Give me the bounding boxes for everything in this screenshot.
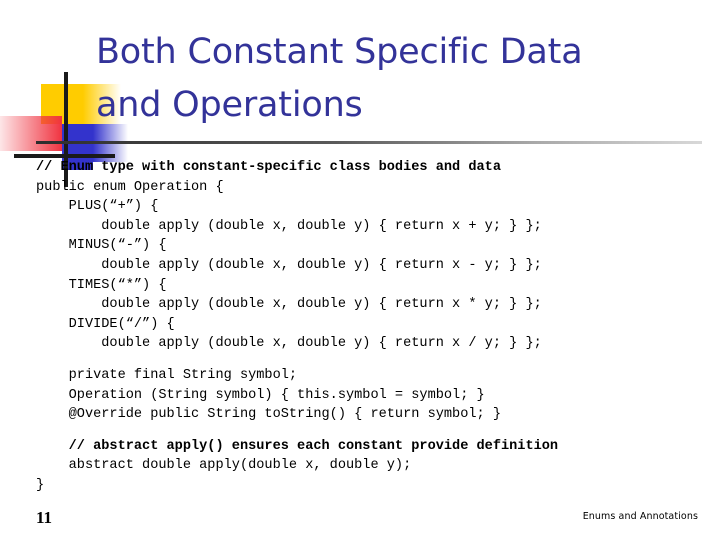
slide-title: Both Constant Specific Data and Operatio… bbox=[96, 32, 583, 125]
code-line: TIMES(“*”) { bbox=[36, 277, 167, 293]
code-line: } bbox=[36, 477, 45, 493]
code-line: PLUS(“+”) { bbox=[36, 199, 159, 215]
code-line: double apply (double x, double y) { retu… bbox=[36, 297, 542, 313]
code-line: @Override public String toString() { ret… bbox=[36, 407, 501, 423]
code-line: double apply (double x, double y) { retu… bbox=[36, 336, 542, 352]
code-line: private final String symbol; bbox=[36, 367, 298, 383]
code-line: abstract double apply(double x, double y… bbox=[36, 458, 412, 474]
code-block: // Enum type with constant-specific clas… bbox=[36, 158, 708, 496]
title-divider bbox=[36, 141, 702, 144]
code-comment-line: // abstract apply() ensures each constan… bbox=[36, 438, 559, 454]
code-line: DIVIDE(“/”) { bbox=[36, 316, 175, 332]
red-square-icon bbox=[0, 116, 62, 151]
code-line: MINUS(“-”) { bbox=[36, 238, 167, 254]
slide-canvas: Both Constant Specific Data and Operatio… bbox=[0, 0, 720, 540]
code-comment-line: // Enum type with constant-specific clas… bbox=[36, 160, 501, 175]
code-line: double apply (double x, double y) { retu… bbox=[36, 257, 542, 273]
footer-note: Enums and Annotations bbox=[582, 511, 698, 522]
code-line: public enum Operation { bbox=[36, 179, 224, 195]
code-line: Operation (String symbol) { this.symbol … bbox=[36, 387, 485, 403]
page-number: 11 bbox=[36, 508, 53, 527]
code-line: double apply (double x, double y) { retu… bbox=[36, 218, 542, 234]
